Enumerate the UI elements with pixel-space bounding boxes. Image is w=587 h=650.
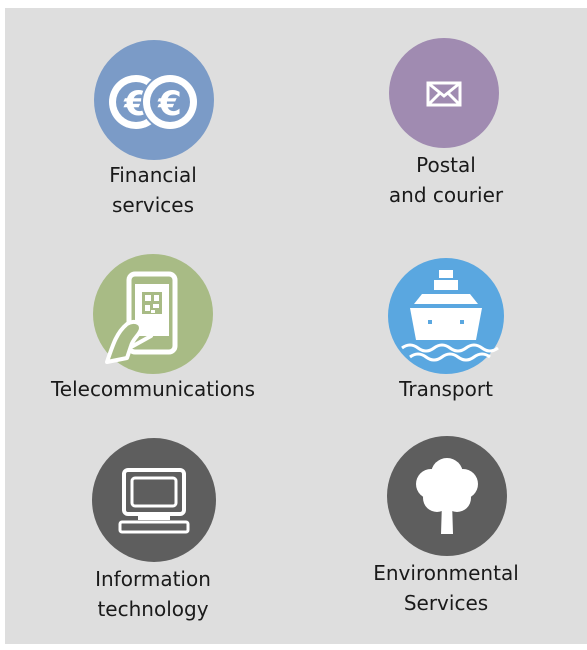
sector-label: Financial services <box>109 163 197 217</box>
envelope-icon <box>389 38 499 148</box>
svg-text:€: € <box>157 84 182 124</box>
ship-icon <box>388 258 504 374</box>
sector-label: Environmental Services <box>373 561 519 615</box>
sectors-panel: € € Financial services Postal and courie… <box>5 8 587 644</box>
sector-label: Postal and courier <box>388 153 504 207</box>
smartphone-qr-icon <box>93 254 213 374</box>
euro-coins-icon: € € <box>94 40 214 160</box>
sector-label: Telecommunications <box>50 377 256 401</box>
computer-monitor-icon <box>92 438 216 562</box>
tree-icon <box>387 436 507 556</box>
sector-label: Transport <box>399 377 493 401</box>
sector-label: Information technology <box>95 567 211 621</box>
